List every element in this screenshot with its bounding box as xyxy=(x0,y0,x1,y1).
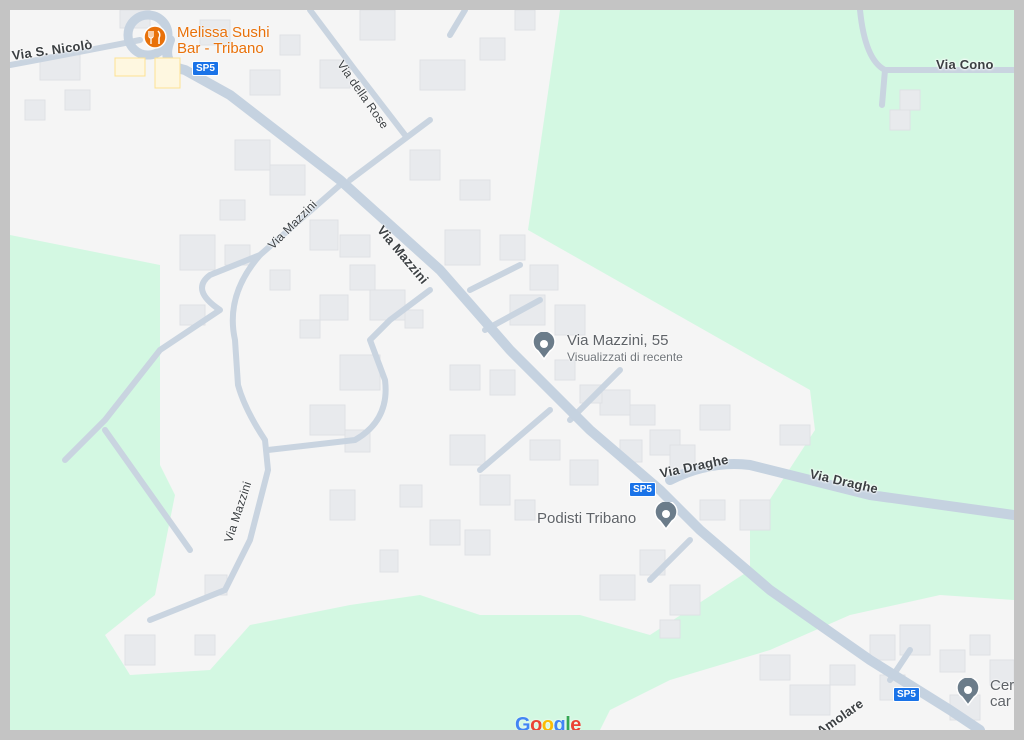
restaurant-icon[interactable] xyxy=(143,25,167,53)
location-pin-icon[interactable] xyxy=(654,502,678,530)
google-logo-letter: G xyxy=(515,714,531,730)
podisti-title: Podisti Tribano xyxy=(537,510,637,527)
urban-area-main xyxy=(10,10,815,675)
map-base-layer xyxy=(10,10,1014,730)
google-logo-letter: o xyxy=(541,714,554,730)
route-shield-sp5-bottom: SP5 xyxy=(893,687,920,702)
cemetery-name-line-2: car xyxy=(990,693,1011,710)
restaurant-name-line-2: Bar - Tribano xyxy=(177,40,264,57)
cemetery-name-line-1: Cer xyxy=(990,677,1014,694)
map-canvas[interactable]: Via S. Nicolò Via della Rose Via Cono Vi… xyxy=(10,10,1014,730)
route-shield-sp5-middle: SP5 xyxy=(629,482,656,497)
screenshot-frame: Via S. Nicolò Via della Rose Via Cono Vi… xyxy=(0,0,1024,740)
restaurant-name-line-1: Melissa Sushi xyxy=(177,24,270,41)
location-pin-icon[interactable] xyxy=(532,332,556,360)
google-logo-letter: e xyxy=(570,714,581,730)
google-logo-letter: g xyxy=(553,714,566,730)
route-shield-sp5-top: SP5 xyxy=(192,61,219,76)
google-logo-letter: o xyxy=(530,714,542,730)
address-subtitle: Visualizzati di recente xyxy=(567,350,683,364)
location-pin-icon[interactable] xyxy=(956,678,980,706)
road-label-via-cono: Via Cono xyxy=(936,57,994,72)
google-logo: Google xyxy=(515,714,581,730)
address-title: Via Mazzini, 55 xyxy=(567,332,669,349)
